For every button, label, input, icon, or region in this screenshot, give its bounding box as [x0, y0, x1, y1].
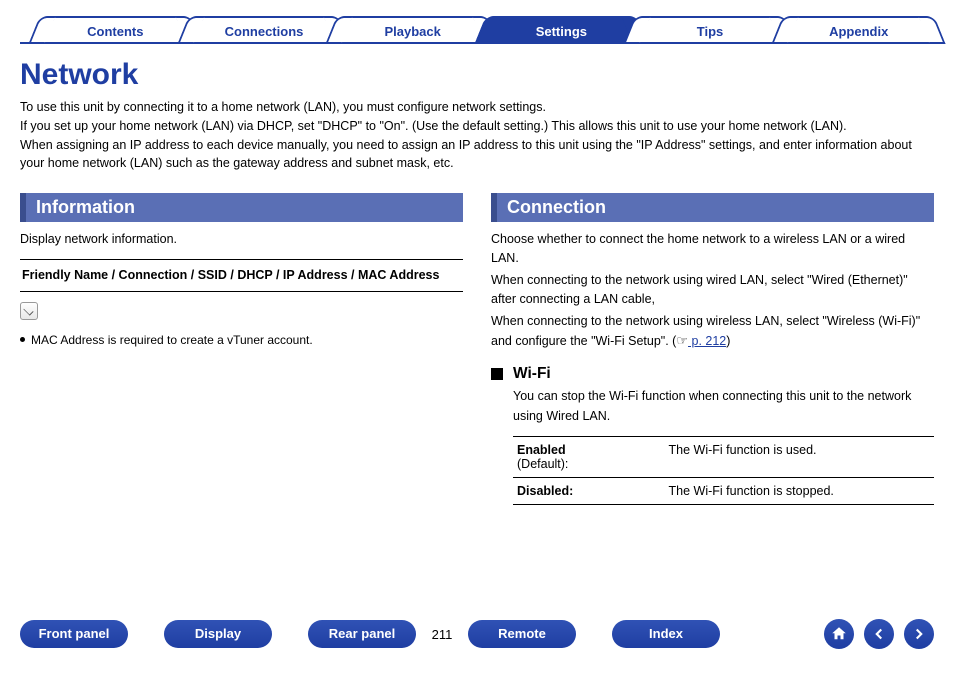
btn-index[interactable]: Index: [612, 620, 720, 648]
intro-text: To use this unit by connecting it to a h…: [20, 98, 934, 173]
section-head-information: Information: [20, 193, 463, 222]
information-fields: Friendly Name / Connection / SSID / DHCP…: [20, 259, 463, 292]
table-row: Disabled: The Wi-Fi function is stopped.: [513, 478, 934, 505]
subhead-wifi: Wi-Fi: [491, 365, 934, 383]
tab-tips[interactable]: Tips: [637, 16, 784, 44]
table-row: Enabled (Default): The Wi-Fi function is…: [513, 437, 934, 478]
note-text: MAC Address is required to create a vTun…: [31, 331, 313, 350]
btn-remote[interactable]: Remote: [468, 620, 576, 648]
information-lede: Display network information.: [20, 230, 463, 249]
btn-display[interactable]: Display: [164, 620, 272, 648]
square-icon: [491, 368, 503, 380]
top-tabs: Contents Connections Playback Settings T…: [42, 16, 934, 44]
wifi-lede: You can stop the Wi-Fi function when con…: [513, 387, 934, 426]
btn-rear-panel[interactable]: Rear panel: [308, 620, 416, 648]
page: Contents Connections Playback Settings T…: [0, 0, 954, 673]
btn-prev[interactable]: [864, 619, 894, 649]
tab-label: Tips: [697, 24, 724, 39]
option-value: The Wi-Fi function is stopped.: [665, 478, 934, 505]
arrow-right-icon: [910, 625, 928, 643]
section-head-connection: Connection: [491, 193, 934, 222]
page-title: Network: [20, 58, 934, 92]
col-connection: Connection Choose whether to connect the…: [491, 189, 934, 505]
tab-label: Settings: [536, 24, 587, 39]
bottom-bar: Front panel Display Rear panel 211 Remot…: [20, 619, 934, 649]
reference-icon: ☞: [676, 333, 688, 348]
bullet-icon: [20, 337, 25, 342]
arrow-left-icon: [870, 625, 888, 643]
link-p212[interactable]: p. 212: [688, 334, 726, 348]
option-value: The Wi-Fi function is used.: [665, 437, 934, 478]
connection-p2: When connecting to the network using wir…: [491, 271, 934, 310]
page-number: 211: [416, 627, 468, 642]
tab-label: Playback: [384, 24, 440, 39]
tab-playback[interactable]: Playback: [339, 16, 486, 44]
tab-settings[interactable]: Settings: [488, 16, 635, 44]
connection-p1: Choose whether to connect the home netwo…: [491, 230, 934, 269]
tab-connections[interactable]: Connections: [191, 16, 338, 44]
information-notes: MAC Address is required to create a vTun…: [20, 331, 463, 350]
col-information: Information Display network information.…: [20, 189, 463, 505]
tab-label: Contents: [87, 24, 143, 39]
btn-front-panel[interactable]: Front panel: [20, 620, 128, 648]
tab-appendix[interactable]: Appendix: [785, 16, 932, 44]
connection-p3: When connecting to the network using wir…: [491, 312, 934, 352]
btn-next[interactable]: [904, 619, 934, 649]
btn-home[interactable]: [824, 619, 854, 649]
tab-label: Connections: [225, 24, 304, 39]
option-key: Disabled:: [513, 478, 665, 505]
tab-contents[interactable]: Contents: [42, 16, 189, 44]
home-icon: [830, 625, 848, 643]
subhead-label: Wi-Fi: [513, 365, 551, 383]
tab-label: Appendix: [829, 24, 888, 39]
note-icon: [20, 302, 38, 320]
wifi-options-table: Enabled (Default): The Wi-Fi function is…: [513, 436, 934, 505]
option-key: Enabled (Default):: [513, 437, 665, 478]
